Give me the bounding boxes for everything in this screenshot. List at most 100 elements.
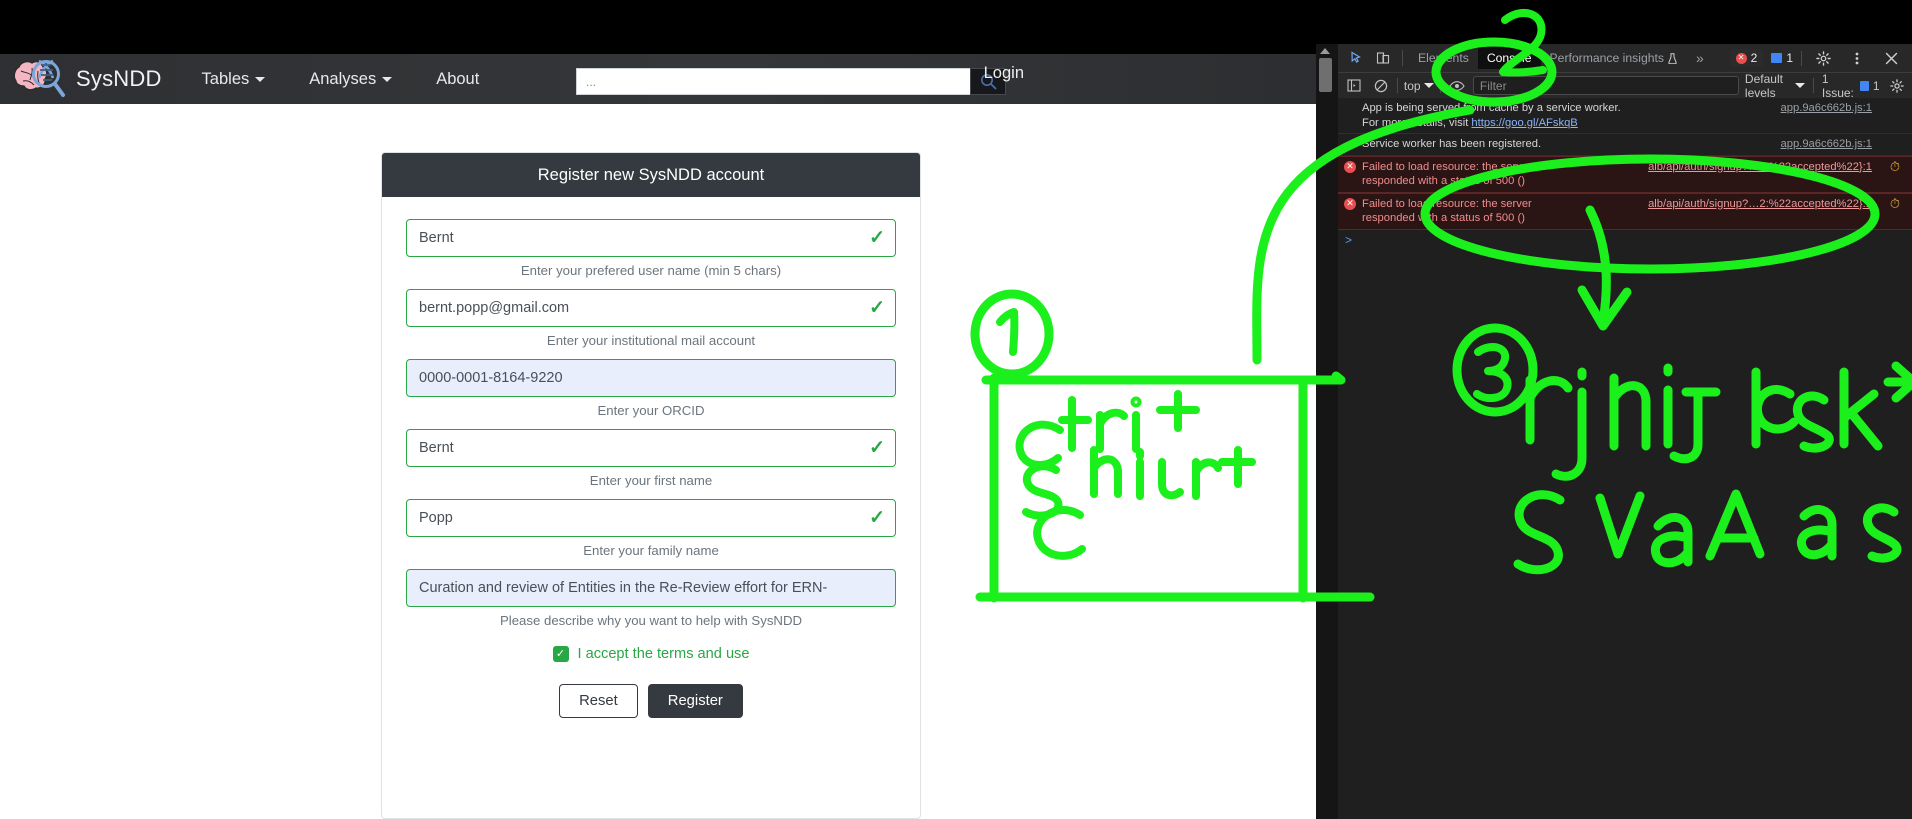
devtools-tabbar-right: ✕ 2 1 xyxy=(1729,47,1912,69)
issues-icon xyxy=(1859,80,1869,91)
log-levels-label: Default levels xyxy=(1744,71,1783,100)
close-icon[interactable] xyxy=(1878,47,1904,69)
message-count-label: 1 xyxy=(1786,51,1793,65)
field-username: Bernt ✓ xyxy=(406,219,896,257)
screen: SysNDD Tables Analyses About ... Login R… xyxy=(0,0,1912,819)
search-bar: ... xyxy=(576,68,1006,95)
valid-check-icon: ✓ xyxy=(869,507,885,529)
accept-terms-row: ✓ I accept the terms and use xyxy=(406,646,896,662)
network-issue-icon[interactable]: ⏱ xyxy=(1890,196,1900,212)
log-message-line2: For more details, visit https://goo.gl/A… xyxy=(1362,116,1904,131)
log-message-link[interactable]: https://goo.gl/AFskqB xyxy=(1471,117,1577,129)
tab-console[interactable]: Console xyxy=(1477,47,1541,69)
network-issue-icon[interactable]: ⏱ xyxy=(1890,159,1900,175)
scroll-up-icon[interactable] xyxy=(1320,48,1330,54)
orcid-input[interactable]: 0000-0001-8164-9220 xyxy=(406,359,896,397)
device-toolbar-icon[interactable] xyxy=(1370,47,1396,69)
error-count-badge[interactable]: ✕ 2 xyxy=(1729,49,1764,67)
username-input[interactable]: Bernt xyxy=(406,219,896,257)
log-source-link[interactable]: alb/api/auth/signup?…2:%22accepted%22}:1 xyxy=(1648,197,1872,212)
filter-bar-right: Default levels 1 Issue: 1 xyxy=(1745,72,1906,100)
issues-label: 1 Issue: xyxy=(1821,71,1854,100)
issues-badge[interactable]: 1 Issue: 1 xyxy=(1822,72,1880,100)
beaker-icon xyxy=(1668,52,1677,64)
log-message-prefix: For more details, visit xyxy=(1362,116,1472,129)
search-input[interactable]: ... xyxy=(576,68,970,95)
console-log-list[interactable]: App is being served from cache by a serv… xyxy=(1338,98,1912,819)
divider xyxy=(1402,50,1403,66)
reset-button[interactable]: Reset xyxy=(559,684,638,718)
error-count-label: 2 xyxy=(1750,51,1758,65)
message-count-badge[interactable]: 1 xyxy=(1771,51,1793,65)
valid-check-icon: ✓ xyxy=(869,437,885,459)
clear-console-icon[interactable] xyxy=(1371,75,1392,97)
login-link[interactable]: Login xyxy=(984,64,1024,83)
log-source-link[interactable]: alb/api/auth/signup?…2:%22accepted%22}:1 xyxy=(1648,160,1872,175)
page-scrollbar[interactable] xyxy=(1316,44,1338,819)
divider xyxy=(1439,78,1441,93)
console-settings-gear-icon[interactable] xyxy=(1888,75,1906,97)
orcid-help: Enter your ORCID xyxy=(597,403,705,418)
prompt-caret-icon: > xyxy=(1345,232,1353,247)
accept-terms-checkbox[interactable]: ✓ xyxy=(552,646,569,662)
eye-icon[interactable] xyxy=(1446,75,1467,97)
devtools-tabbar: Elements Console Performance insights » … xyxy=(1338,44,1912,72)
chevron-down-icon xyxy=(1795,83,1806,88)
issues-count: 1 xyxy=(1872,78,1880,93)
nav-item-analyses[interactable]: Analyses xyxy=(309,69,393,89)
devtools-top-gap xyxy=(1316,0,1912,44)
browser-page: SysNDD Tables Analyses About ... Login R… xyxy=(0,0,1316,819)
more-vertical-icon[interactable] xyxy=(1844,47,1870,69)
more-tabs-button[interactable]: » xyxy=(1686,50,1714,66)
nav-item-tables-label: Tables xyxy=(201,69,250,88)
console-error-entry[interactable]: ✕ Failed to load resource: the server re… xyxy=(1338,155,1912,193)
console-sidebar-icon[interactable] xyxy=(1344,75,1365,97)
log-levels-selector[interactable]: Default levels xyxy=(1744,71,1806,100)
comment-input[interactable]: Curation and review of Entities in the R… xyxy=(406,569,896,607)
execution-context-selector[interactable]: top xyxy=(1404,79,1434,93)
comment-help: Please describe why you want to help wit… xyxy=(500,613,802,628)
familyname-help: Enter your family name xyxy=(583,543,719,558)
divider xyxy=(1397,78,1398,93)
firstname-help: Enter your first name xyxy=(589,473,713,488)
email-help: Enter your institutional mail account xyxy=(546,333,756,348)
inspect-element-icon[interactable] xyxy=(1344,47,1370,69)
browser-chrome-strip xyxy=(0,0,1316,54)
familyname-input[interactable]: Popp xyxy=(406,499,896,537)
console-filter-input[interactable]: Filter xyxy=(1472,76,1739,95)
tab-performance-insights[interactable]: Performance insights xyxy=(1541,47,1686,69)
tab-elements[interactable]: Elements xyxy=(1409,47,1478,69)
sysndd-logo-icon[interactable] xyxy=(10,55,68,103)
scrollbar-thumb[interactable] xyxy=(1319,58,1332,92)
nav-item-about[interactable]: About xyxy=(436,70,479,89)
divider xyxy=(1813,78,1814,93)
brand-title[interactable]: SysNDD xyxy=(76,66,162,92)
console-log-entry[interactable]: Service worker has been registered. app.… xyxy=(1338,134,1912,156)
console-log-entry[interactable]: App is being served from cache by a serv… xyxy=(1338,98,1912,134)
gear-icon[interactable] xyxy=(1810,47,1836,69)
nav-links: Tables Analyses About xyxy=(202,70,480,89)
log-source-link[interactable]: app.9a6c662b.js:1 xyxy=(1781,137,1872,152)
email-input[interactable]: bernt.popp@gmail.com xyxy=(406,289,896,327)
log-message-line2: responded with a status of 500 () xyxy=(1362,212,1525,224)
error-icon: ✕ xyxy=(1344,160,1356,173)
chevron-down-icon xyxy=(1423,83,1434,88)
nav-item-analyses-label: Analyses xyxy=(309,69,377,88)
log-message-line2: responded with a status of 500 () xyxy=(1362,175,1525,187)
console-filter-bar: top Filter Default levels 1 Issue: 1 xyxy=(1338,72,1912,100)
field-email: bernt.popp@gmail.com ✓ xyxy=(406,289,896,327)
console-error-entry[interactable]: ✕ Failed to load resource: the server re… xyxy=(1338,192,1912,230)
register-button[interactable]: Register xyxy=(647,684,743,718)
divider xyxy=(1801,50,1802,66)
tab-elements-label: Elements xyxy=(1418,51,1469,65)
field-firstname: Bernt ✓ xyxy=(406,429,896,467)
log-source-link[interactable]: app.9a6c662b.js:1 xyxy=(1781,101,1872,116)
message-icon xyxy=(1771,53,1783,63)
console-prompt[interactable]: > xyxy=(1338,230,1912,247)
firstname-input[interactable]: Bernt xyxy=(406,429,896,467)
nav-item-tables[interactable]: Tables xyxy=(202,70,266,89)
field-orcid: 0000-0001-8164-9220 xyxy=(406,359,896,397)
register-form: Bernt ✓ Enter your prefered user name (m… xyxy=(382,197,920,718)
valid-check-icon: ✓ xyxy=(869,227,885,249)
form-buttons: Reset Register xyxy=(406,684,896,718)
